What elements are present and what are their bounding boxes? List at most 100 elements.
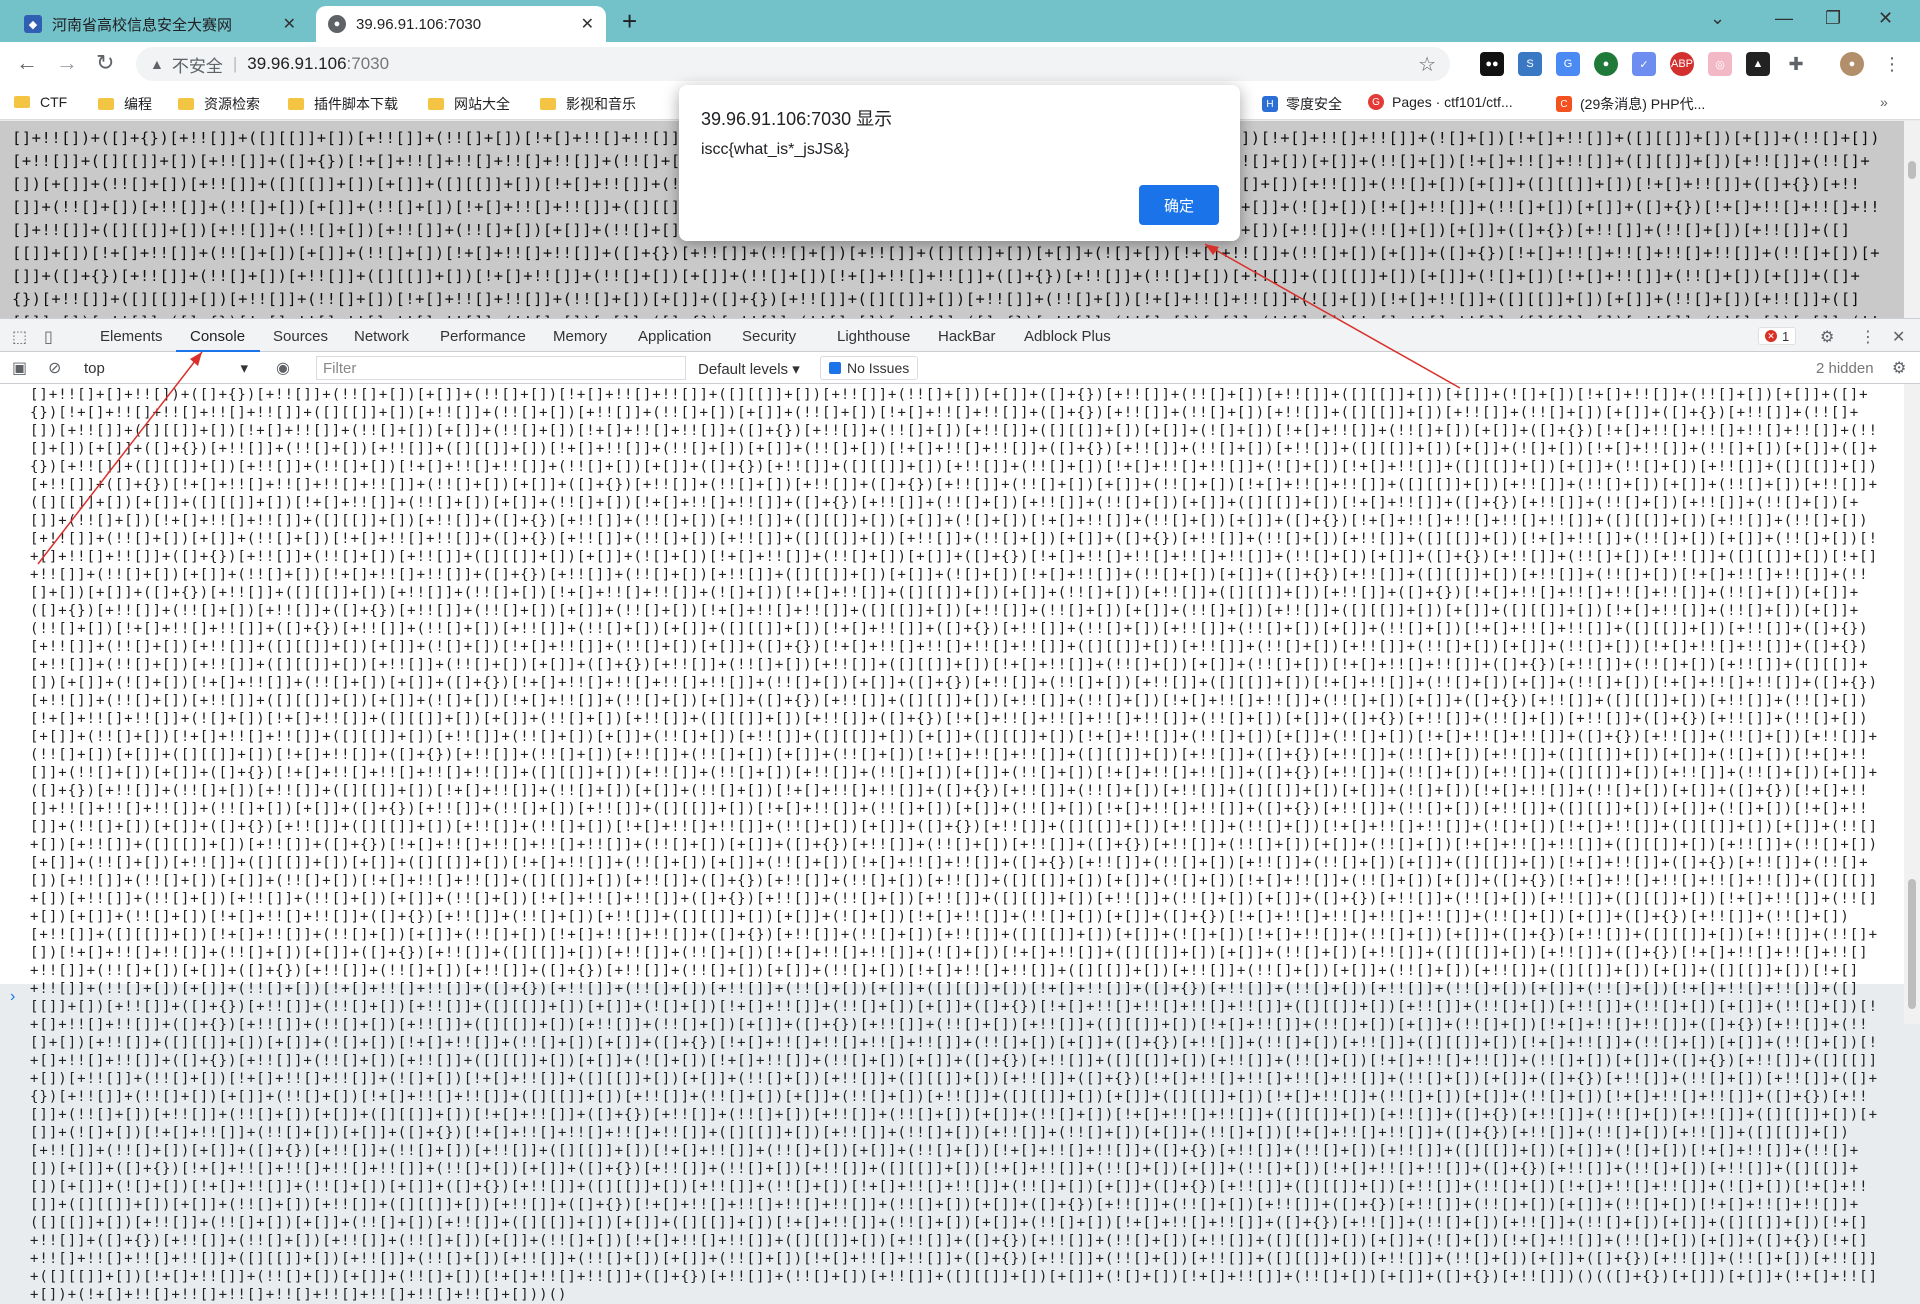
tab-security[interactable]: Security	[742, 328, 796, 345]
tab-application[interactable]: Application	[638, 328, 711, 345]
issues-label: No Issues	[847, 360, 910, 376]
translate-icon[interactable]: G	[1556, 52, 1580, 76]
inspect-element-icon[interactable]: ⬚	[12, 327, 27, 347]
back-icon[interactable]: ←	[16, 50, 38, 76]
levels-label: Default levels	[698, 361, 789, 378]
address-bar[interactable]: ▲ 不安全 | 39.96.91.106 :7030 ☆	[136, 47, 1450, 81]
log-levels-dropdown[interactable]: Default levels ▾	[698, 360, 800, 378]
issues-button[interactable]: No Issues	[820, 356, 919, 380]
extension-icon[interactable]: S	[1518, 52, 1542, 76]
scroll-thumb[interactable]	[1908, 879, 1916, 1009]
tab-console[interactable]: Console	[190, 328, 245, 345]
close-devtools-icon[interactable]: ✕	[1892, 327, 1905, 347]
avatar[interactable]: ●	[1840, 52, 1864, 76]
tab-hackbar[interactable]: HackBar	[938, 328, 996, 345]
bookmark-label: 零度安全	[1286, 96, 1342, 112]
puzzle-icon[interactable]: ✚	[1784, 52, 1808, 76]
browser-tab-active[interactable]: ● 39.96.91.106:7030 ✕	[316, 6, 606, 42]
tab-memory[interactable]: Memory	[553, 328, 607, 345]
globe-icon: ●	[328, 15, 346, 33]
sidebar-toggle-icon[interactable]: ▣	[12, 358, 27, 378]
site-icon: C	[1556, 96, 1572, 112]
dialog-title: 39.96.91.106:7030 显示	[701, 109, 893, 129]
tab-title: 河南省高校信息安全大赛网	[52, 16, 233, 34]
scroll-thumb[interactable]	[1908, 161, 1916, 179]
folder-icon	[428, 98, 444, 110]
device-toolbar-icon[interactable]: ▯	[44, 327, 53, 347]
console-scrollbar[interactable]	[1904, 384, 1920, 1024]
context-label: top	[84, 359, 105, 377]
divider: |	[232, 54, 238, 73]
bookmark-label: 网站大全	[454, 96, 510, 112]
console-settings-icon[interactable]: ⚙	[1892, 358, 1906, 378]
filter-input[interactable]: Filter	[316, 356, 686, 380]
tab-elements[interactable]: Elements	[100, 328, 163, 345]
ok-button[interactable]: 确定	[1139, 185, 1219, 225]
dropdown-arrow-icon: ▾	[240, 360, 248, 377]
folder-icon	[540, 98, 556, 110]
console-prompt[interactable]: ›	[10, 988, 15, 1006]
bookmark-folder[interactable]: 插件脚本下载	[288, 94, 398, 114]
bookmark-folder[interactable]: 网站大全	[428, 94, 510, 114]
tab-search-icon[interactable]: ⌄	[1710, 8, 1725, 29]
bookmark-folder[interactable]: 编程	[98, 94, 152, 114]
tab-performance[interactable]: Performance	[440, 328, 526, 345]
folder-icon	[178, 98, 194, 110]
console-message: []+!![]+[]+!![])+([]+{})[+!![]]+(!![]+[]…	[30, 387, 1879, 1303]
tab-adblock-plus[interactable]: Adblock Plus	[1024, 328, 1111, 345]
context-selector[interactable]: top ▾	[84, 357, 254, 379]
minimize-icon[interactable]: —	[1775, 8, 1793, 29]
folder-icon	[98, 98, 114, 110]
bookmark-label: CTF	[40, 94, 68, 110]
bookmark-label: (29条消息) PHP代...	[1580, 96, 1706, 112]
reload-icon[interactable]: ↻	[96, 50, 114, 76]
extension-icon[interactable]: ▲	[1746, 52, 1770, 76]
extension-icon[interactable]: ◎	[1708, 52, 1732, 76]
settings-gear-icon[interactable]: ⚙	[1820, 327, 1834, 347]
new-tab-button[interactable]: +	[622, 6, 637, 37]
tab-network[interactable]: Network	[354, 328, 409, 345]
error-count: 1	[1782, 328, 1790, 344]
menu-icon[interactable]: ⋮	[1880, 52, 1904, 76]
bookmark-label: Pages · ctf101/ctf...	[1392, 94, 1513, 110]
bookmark-link[interactable]: H 零度安全	[1262, 94, 1342, 114]
console-toolbar: ▣ ⊘ top ▾ ◉ Filter Default levels ▾ No I…	[0, 352, 1920, 384]
bookmark-link[interactable]: C (29条消息) PHP代...	[1556, 94, 1705, 114]
restore-icon[interactable]: ❐	[1825, 8, 1841, 29]
warning-icon: ▲	[150, 56, 164, 72]
console-output: []+!![]+[]+!![])+([]+{})[+!![]]+(!![]+[]…	[0, 384, 1904, 1303]
bookmark-star-icon[interactable]: ☆	[1418, 52, 1436, 77]
more-options-icon[interactable]: ⋮	[1860, 327, 1876, 347]
adblock-icon[interactable]: ABP	[1670, 52, 1694, 76]
extension-icon[interactable]: ●●	[1480, 52, 1504, 76]
eye-icon[interactable]: ◉	[276, 358, 290, 378]
bookmark-label: 编程	[124, 96, 152, 112]
close-window-icon[interactable]: ✕	[1878, 8, 1893, 29]
extension-icon[interactable]: ✓	[1632, 52, 1656, 76]
bookmark-label: 影视和音乐	[566, 96, 636, 112]
bookmark-link[interactable]: G Pages · ctf101/ctf...	[1368, 94, 1513, 110]
browser-tab[interactable]: ◆ 河南省高校信息安全大赛网 ✕	[12, 6, 308, 42]
url-port: :7030	[346, 54, 390, 73]
extension-icon[interactable]: ●	[1594, 52, 1618, 76]
close-icon[interactable]: ✕	[581, 14, 594, 34]
bookmark-label: 插件脚本下载	[314, 96, 398, 112]
forward-icon[interactable]: →	[56, 50, 78, 76]
tab-lighthouse[interactable]: Lighthouse	[837, 328, 910, 345]
shield-icon: ◆	[24, 15, 42, 33]
clear-console-icon[interactable]: ⊘	[48, 358, 61, 378]
bookmark-folder[interactable]: 影视和音乐	[540, 94, 636, 114]
hidden-count: 2 hidden	[1816, 360, 1874, 377]
more-bookmarks-icon[interactable]: »	[1880, 94, 1888, 110]
close-icon[interactable]: ✕	[283, 14, 296, 34]
error-count-badge[interactable]: ✕ 1	[1758, 327, 1797, 345]
folder-icon	[14, 96, 30, 108]
bookmark-folder[interactable]: CTF	[14, 94, 67, 110]
site-icon: G	[1368, 94, 1384, 110]
page-scrollbar[interactable]	[1904, 121, 1920, 318]
browser-tab-bar: ◆ 河南省高校信息安全大赛网 ✕ ● 39.96.91.106:7030 ✕ +…	[0, 0, 1920, 42]
bookmark-folder[interactable]: 资源检索	[178, 94, 260, 114]
tab-sources[interactable]: Sources	[273, 328, 328, 345]
error-icon: ✕	[1765, 330, 1777, 342]
alert-dialog: 39.96.91.106:7030 显示 iscc{what_is*_jsJS&…	[679, 85, 1240, 241]
